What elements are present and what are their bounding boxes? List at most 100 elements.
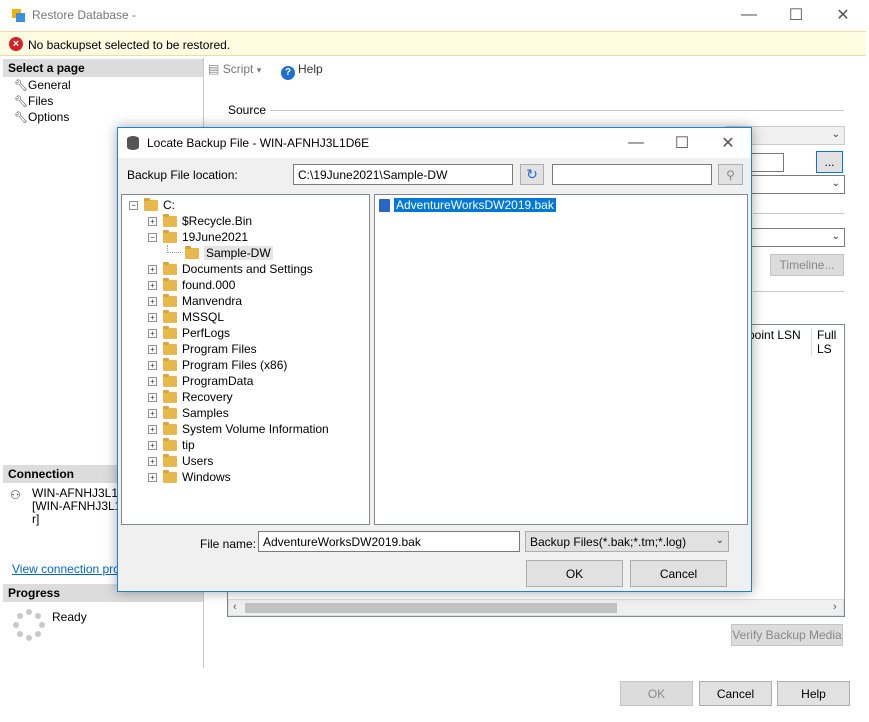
- file-list[interactable]: AdventureWorksDW2019.bak: [374, 194, 748, 525]
- folder-icon: [163, 309, 177, 323]
- expand-icon[interactable]: +: [148, 408, 157, 418]
- tree-node[interactable]: + Documents and Settings: [148, 261, 313, 277]
- refresh-icon: ↻: [526, 166, 538, 182]
- expand-icon[interactable]: +: [148, 312, 157, 322]
- source-label: Source: [228, 103, 267, 117]
- expand-icon[interactable]: +: [148, 376, 157, 386]
- folder-icon: [163, 341, 177, 355]
- expand-icon[interactable]: +: [148, 440, 157, 450]
- folder-icon: [163, 405, 177, 419]
- collapse-icon[interactable]: −: [129, 200, 138, 210]
- wrench-icon: 🔧︎: [14, 80, 28, 92]
- file-name-input[interactable]: AdventureWorksDW2019.bak: [258, 531, 520, 552]
- search-input[interactable]: [552, 164, 712, 185]
- dialog-maximize-button[interactable]: ☐: [659, 128, 705, 158]
- tree-node[interactable]: + MSSQL: [148, 309, 224, 325]
- tree-node-label: Program Files: [182, 342, 257, 356]
- window-titlebar: Restore Database - — ☐ ✕: [0, 0, 869, 30]
- collapse-icon[interactable]: −: [148, 232, 157, 242]
- tree-node[interactable]: + ProgramData: [148, 373, 253, 389]
- page-files[interactable]: 🔧︎Files: [14, 93, 53, 109]
- file-item[interactable]: AdventureWorksDW2019.bak: [379, 197, 556, 213]
- folder-icon: [163, 437, 177, 451]
- tree-node[interactable]: + Users: [148, 453, 213, 469]
- view-connection-properties-link[interactable]: View connection prope: [12, 562, 133, 576]
- tree-node[interactable]: + Program Files: [148, 341, 257, 357]
- maximize-button[interactable]: ☐: [773, 0, 819, 30]
- tree-node-label: Windows: [182, 470, 231, 484]
- dialog-titlebar: Locate Backup File - WIN-AFNHJ3L1D6E — ☐…: [118, 128, 751, 158]
- search-button[interactable]: ⚲: [718, 164, 743, 185]
- folder-icon: [163, 469, 177, 483]
- wrench-icon: 🔧︎: [14, 112, 28, 124]
- tree-node[interactable]: Sample-DW: [167, 245, 273, 261]
- backup-file-location-input[interactable]: C:\19June2021\Sample-DW: [293, 164, 513, 185]
- tree-node-label: Manvendra: [182, 294, 243, 308]
- source-divider: [271, 110, 844, 111]
- expand-icon[interactable]: +: [148, 328, 157, 338]
- tree-node[interactable]: + Program Files (x86): [148, 357, 287, 373]
- tree-node-label: ProgramData: [182, 374, 254, 388]
- expand-icon[interactable]: +: [148, 296, 157, 306]
- folder-icon: [163, 261, 177, 275]
- script-button[interactable]: ▤ Script ▾: [208, 62, 261, 76]
- expand-icon[interactable]: +: [148, 280, 157, 290]
- dialog-cancel-button[interactable]: Cancel: [630, 560, 727, 587]
- expand-icon[interactable]: +: [148, 216, 157, 226]
- expand-icon[interactable]: +: [148, 472, 157, 482]
- scrollbar-thumb[interactable]: [245, 603, 617, 613]
- help-button[interactable]: ? Help: [281, 62, 323, 80]
- tree-node[interactable]: − 19June2021: [148, 229, 248, 245]
- horizontal-scrollbar[interactable]: ‹ ›: [228, 599, 844, 616]
- tree-node[interactable]: + Windows: [148, 469, 231, 485]
- cancel-button[interactable]: Cancel: [699, 681, 772, 706]
- chevron-down-icon: ⌄: [831, 177, 840, 189]
- folder-icon: [163, 213, 177, 227]
- tree-node[interactable]: + System Volume Information: [148, 421, 329, 437]
- expand-icon[interactable]: +: [148, 264, 157, 274]
- scroll-left-icon[interactable]: ‹: [233, 601, 237, 613]
- connection-icon: ⚇: [10, 488, 21, 502]
- page-general[interactable]: 🔧︎General: [14, 77, 71, 93]
- refresh-button[interactable]: ↻: [520, 164, 544, 185]
- folder-icon: [163, 325, 177, 339]
- dialog-ok-button[interactable]: OK: [526, 560, 623, 587]
- folder-icon: [185, 245, 199, 259]
- folder-icon: [163, 229, 177, 243]
- backup-file-location-label: Backup File location:: [127, 168, 238, 182]
- expand-icon[interactable]: +: [148, 424, 157, 434]
- folder-icon: [163, 421, 177, 435]
- expand-icon[interactable]: +: [148, 360, 157, 370]
- destination-divider: [753, 213, 844, 214]
- file-type-select[interactable]: Backup Files(*.bak;*.tm;*.log) ⌄: [525, 531, 729, 552]
- expand-icon[interactable]: +: [148, 392, 157, 402]
- tree-node[interactable]: + $Recycle.Bin: [148, 213, 252, 229]
- tree-node-label: Recovery: [182, 390, 233, 404]
- ok-button[interactable]: OK: [620, 681, 693, 706]
- tree-node[interactable]: + PerfLogs: [148, 325, 230, 341]
- verify-backup-media-button[interactable]: Verify Backup Media: [731, 624, 843, 646]
- tree-node[interactable]: + Recovery: [148, 389, 233, 405]
- dialog-close-button[interactable]: ✕: [705, 128, 751, 158]
- folder-icon: [163, 389, 177, 403]
- search-icon: ⚲: [726, 167, 735, 182]
- script-icon: ▤: [208, 62, 220, 76]
- dialog-minimize-button[interactable]: —: [613, 128, 659, 158]
- expand-icon[interactable]: +: [148, 344, 157, 354]
- tree-node[interactable]: + Samples: [148, 405, 229, 421]
- tree-node-label: Users: [182, 454, 214, 468]
- minimize-button[interactable]: —: [726, 0, 772, 30]
- expand-icon[interactable]: +: [148, 456, 157, 466]
- file-icon: [379, 198, 390, 212]
- tree-node-root[interactable]: − C:: [129, 197, 175, 213]
- timeline-button[interactable]: Timeline...: [770, 254, 844, 276]
- folder-tree[interactable]: − C: + $Recycle.Bin − 19June2021 Sample-DW + D…: [121, 194, 370, 525]
- tree-node[interactable]: + Manvendra: [148, 293, 242, 309]
- help-footer-button[interactable]: Help: [777, 681, 850, 706]
- close-button[interactable]: ✕: [820, 0, 866, 30]
- tree-node[interactable]: + found.000: [148, 277, 235, 293]
- page-options[interactable]: 🔧︎Options: [14, 109, 69, 125]
- tree-node[interactable]: + tip: [148, 437, 195, 453]
- browse-button[interactable]: ...: [816, 151, 843, 173]
- scroll-right-icon[interactable]: ›: [833, 601, 837, 613]
